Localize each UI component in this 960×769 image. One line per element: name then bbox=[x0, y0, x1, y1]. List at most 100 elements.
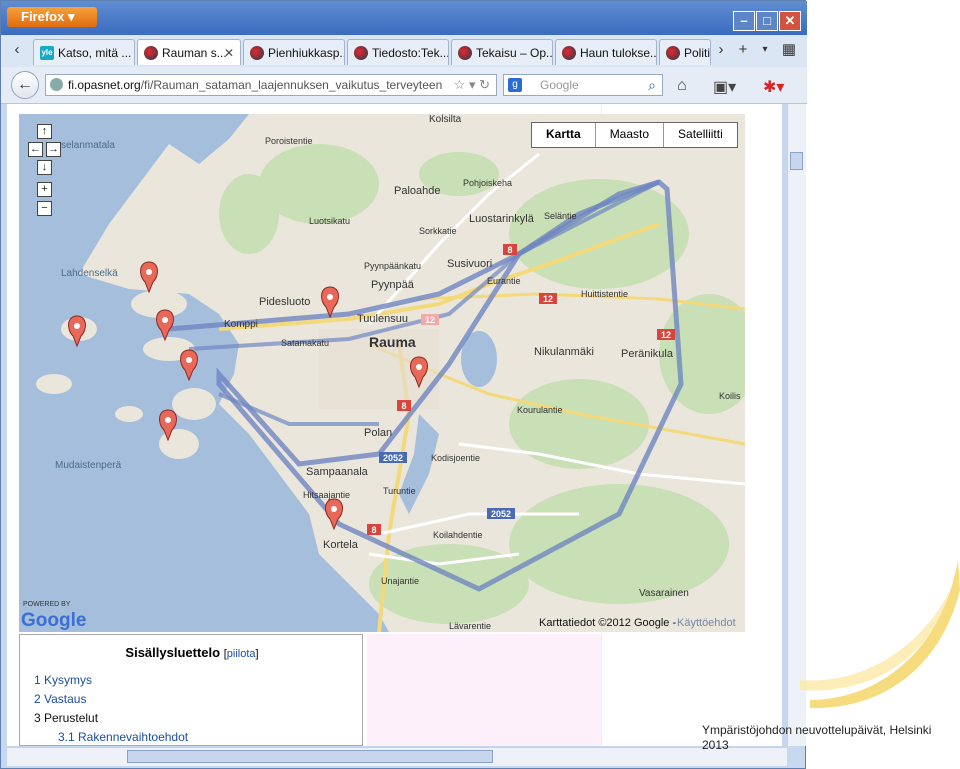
toc-bracket: ] bbox=[255, 648, 259, 660]
road-badge-label: 12 bbox=[425, 315, 435, 325]
tab-label: Tekaisu – Op... bbox=[476, 46, 553, 60]
close-button[interactable]: ✕ bbox=[779, 11, 801, 31]
place-label: Luostarinkylä bbox=[469, 213, 535, 225]
place-label: Paloahde bbox=[394, 185, 441, 197]
firefox-menu-button[interactable]: Firefox ▾ bbox=[7, 7, 97, 27]
road-badge-label: 8 bbox=[371, 525, 376, 535]
tab-scroll-right-icon[interactable]: › bbox=[711, 39, 731, 61]
opasnet-icon bbox=[250, 46, 264, 60]
road-badge-label: 8 bbox=[401, 401, 406, 411]
pan-left-icon[interactable]: ← bbox=[28, 142, 43, 157]
tab-tiedosto[interactable]: Tiedosto:Tek... bbox=[347, 39, 449, 65]
table-of-contents: Sisällysluettelo [piilota] 1 Kysymys 2 V… bbox=[19, 634, 363, 746]
bookmarks-icon[interactable]: ▣▾ bbox=[713, 77, 736, 97]
dropdown-icon[interactable]: ▾ bbox=[469, 77, 476, 92]
road-badge-label: 12 bbox=[661, 330, 671, 340]
street-label: Hitsaajantie bbox=[303, 490, 350, 500]
toc-item-kysymys[interactable]: 1 Kysymys bbox=[34, 673, 92, 687]
tab-politiil[interactable]: Politiil bbox=[659, 39, 711, 65]
road-badge-label: 12 bbox=[543, 294, 553, 304]
zoom-in-icon[interactable]: + bbox=[37, 182, 52, 197]
tab-tekaisu[interactable]: Tekaisu – Op... bbox=[451, 39, 553, 65]
map-type-maasto[interactable]: Maasto bbox=[594, 123, 663, 147]
tab-haun[interactable]: Haun tulokse... bbox=[555, 39, 657, 65]
tab-scroll-left-icon[interactable]: ‹ bbox=[7, 39, 27, 61]
water-label: Mudaistenperä bbox=[55, 460, 122, 471]
tab-label: Rauman s... bbox=[162, 46, 227, 60]
minimize-button[interactable]: – bbox=[733, 11, 755, 31]
tab-label: Tiedosto:Tek... bbox=[372, 46, 449, 60]
tab-rauman[interactable]: Rauman s... ✕ bbox=[137, 39, 241, 65]
search-input[interactable]: g Google ⌕ bbox=[503, 74, 663, 96]
bookmark-star-icon[interactable]: ☆ bbox=[454, 77, 466, 92]
search-placeholder: Google bbox=[540, 78, 579, 92]
decorative-swoosh bbox=[800, 560, 960, 709]
place-label: Komppi bbox=[224, 319, 258, 330]
street-label: Kodisjoentie bbox=[431, 453, 480, 463]
road-badge-label: 2052 bbox=[383, 453, 403, 463]
street-label: Sorkkatie bbox=[419, 226, 457, 236]
island bbox=[172, 388, 216, 420]
tab-groups-icon[interactable]: ▦ bbox=[779, 39, 799, 61]
map-type-satelliitti[interactable]: Satelliitti bbox=[663, 123, 737, 147]
vertical-scroll-thumb[interactable] bbox=[790, 152, 803, 170]
pan-right-icon[interactable]: → bbox=[46, 142, 61, 157]
browser-window: Firefox ▾ – □ ✕ ‹ yle Katso, mitä ... Ra… bbox=[0, 0, 807, 769]
place-label: Kolsilta bbox=[429, 114, 462, 125]
tab-list-icon[interactable]: ▾ bbox=[755, 39, 775, 61]
toc-item-perustelut[interactable]: 3 Perustelut bbox=[34, 711, 98, 725]
home-icon[interactable]: ⌂ bbox=[677, 77, 687, 95]
terms-link[interactable]: Käyttöehdot bbox=[677, 617, 736, 629]
horizontal-scrollbar[interactable] bbox=[7, 747, 787, 766]
opasnet-icon bbox=[562, 46, 576, 60]
toc-heading: Sisällysluettelo [piilota] bbox=[20, 645, 364, 660]
toc-title: Sisällysluettelo bbox=[125, 645, 221, 660]
island bbox=[36, 374, 72, 394]
place-label: Kortela bbox=[323, 539, 359, 551]
forest-area bbox=[509, 179, 689, 289]
close-tab-icon[interactable]: ✕ bbox=[224, 40, 234, 65]
horizontal-scroll-thumb[interactable] bbox=[127, 750, 493, 763]
tab-pienhiukkasp[interactable]: Pienhiukkasp... bbox=[243, 39, 345, 65]
place-label: Vasarainen bbox=[639, 588, 689, 599]
street-label: Huittistentie bbox=[581, 289, 628, 299]
water-label: selanmatala bbox=[61, 140, 115, 151]
water-label: Lahdenselkä bbox=[61, 268, 118, 279]
opasnet-icon bbox=[666, 46, 680, 60]
pan-up-icon[interactable]: ↑ bbox=[37, 124, 52, 139]
pan-down-icon[interactable]: ↓ bbox=[37, 160, 52, 175]
tab-label: Katso, mitä ... bbox=[58, 46, 132, 60]
street-label: Koilis bbox=[719, 391, 741, 401]
footer-line-2: 2013 bbox=[702, 738, 729, 752]
addon-icon[interactable]: ✱▾ bbox=[763, 77, 784, 97]
new-tab-icon[interactable]: + bbox=[733, 39, 753, 61]
opasnet-icon bbox=[144, 46, 158, 60]
magnifier-icon[interactable]: ⌕ bbox=[648, 75, 656, 95]
yle-icon: yle bbox=[40, 46, 54, 60]
place-label: Polan bbox=[364, 427, 392, 439]
tab-label: Pienhiukkasp... bbox=[268, 46, 345, 60]
tab-label: Haun tulokse... bbox=[580, 46, 657, 60]
opasnet-icon bbox=[458, 46, 472, 60]
page-background-panel bbox=[367, 634, 601, 746]
toc-item-rakennevaihtoehdot[interactable]: 3.1 Rakennevaihtoehdot bbox=[58, 730, 188, 744]
forest-area bbox=[509, 484, 729, 604]
reload-icon[interactable]: ↻ bbox=[479, 77, 490, 92]
arrow-left-icon: ← bbox=[17, 76, 33, 93]
zoom-out-icon[interactable]: − bbox=[37, 201, 52, 216]
island bbox=[115, 406, 143, 422]
place-label: Peränikula bbox=[621, 348, 674, 360]
url-bar[interactable]: fi.opasnet.org/fi/Rauman_sataman_laajenn… bbox=[45, 74, 497, 96]
toc-item-vastaus[interactable]: 2 Vastaus bbox=[34, 692, 86, 706]
google-map[interactable]: Kolsilta Paloahde Pohjoiskeha Luostarink… bbox=[19, 114, 745, 632]
maximize-button[interactable]: □ bbox=[756, 11, 778, 31]
map-type-switcher: Kartta Maasto Satelliitti bbox=[531, 122, 738, 148]
google-logo: Google bbox=[21, 610, 86, 631]
map-type-kartta[interactable]: Kartta bbox=[532, 123, 595, 147]
street-label: Pohjoiskeha bbox=[463, 178, 512, 188]
toc-hide-link[interactable]: piilota bbox=[227, 648, 256, 660]
place-label: Tuulensuu bbox=[357, 313, 408, 325]
back-button[interactable]: ← bbox=[11, 71, 39, 99]
road-badge-label: 2052 bbox=[491, 509, 511, 519]
tab-katso[interactable]: yle Katso, mitä ... bbox=[33, 39, 135, 65]
